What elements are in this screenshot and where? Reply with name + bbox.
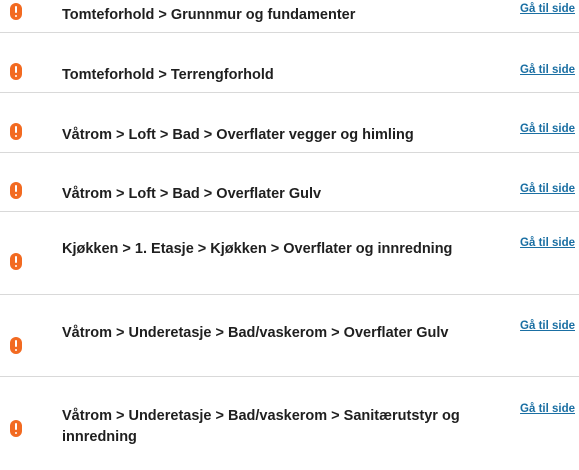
go-to-page-link[interactable]: Gå til side — [520, 123, 575, 135]
warning-icon — [10, 253, 22, 270]
list-item: Tomteforhold > Grunnmur og fundamenter G… — [0, 0, 579, 33]
list-item: Våtrom > Loft > Bad > Overflater vegger … — [0, 93, 579, 153]
warning-icon — [10, 420, 22, 437]
go-to-page-link[interactable]: Gå til side — [520, 64, 575, 76]
warning-icon — [10, 337, 22, 354]
list-item: Våtrom > Underetasje > Bad/vaskerom > Ov… — [0, 295, 579, 377]
item-path: Våtrom > Loft > Bad > Overflater Gulv — [62, 186, 322, 202]
go-to-page-link[interactable]: Gå til side — [520, 237, 575, 249]
item-path: Våtrom > Underetasje > Bad/vaskerom > Ov… — [62, 325, 449, 341]
list-item: Våtrom > Underetasje > Bad/vaskerom > Sa… — [0, 377, 579, 470]
warning-icon — [10, 3, 22, 20]
go-to-page-link[interactable]: Gå til side — [520, 403, 575, 415]
go-to-page-link[interactable]: Gå til side — [520, 320, 575, 332]
item-path: Tomteforhold > Grunnmur og fundamenter — [62, 7, 356, 23]
warning-icon — [10, 123, 22, 140]
item-path: Våtrom > Underetasje > Bad/vaskerom > Sa… — [62, 408, 460, 445]
list-item: Tomteforhold > Terrengforhold Gå til sid… — [0, 33, 579, 93]
item-path: Tomteforhold > Terrengforhold — [62, 67, 274, 83]
list-item: Kjøkken > 1. Etasje > Kjøkken > Overflat… — [0, 212, 579, 295]
item-path: Kjøkken > 1. Etasje > Kjøkken > Overflat… — [62, 241, 453, 257]
warning-icon — [10, 63, 22, 80]
item-path: Våtrom > Loft > Bad > Overflater vegger … — [62, 127, 414, 143]
go-to-page-link[interactable]: Gå til side — [520, 3, 575, 15]
remark-list: Tomteforhold > Grunnmur og fundamenter G… — [0, 0, 579, 470]
go-to-page-link[interactable]: Gå til side — [520, 183, 575, 195]
list-item: Våtrom > Loft > Bad > Overflater Gulv Gå… — [0, 153, 579, 212]
warning-icon — [10, 182, 22, 199]
